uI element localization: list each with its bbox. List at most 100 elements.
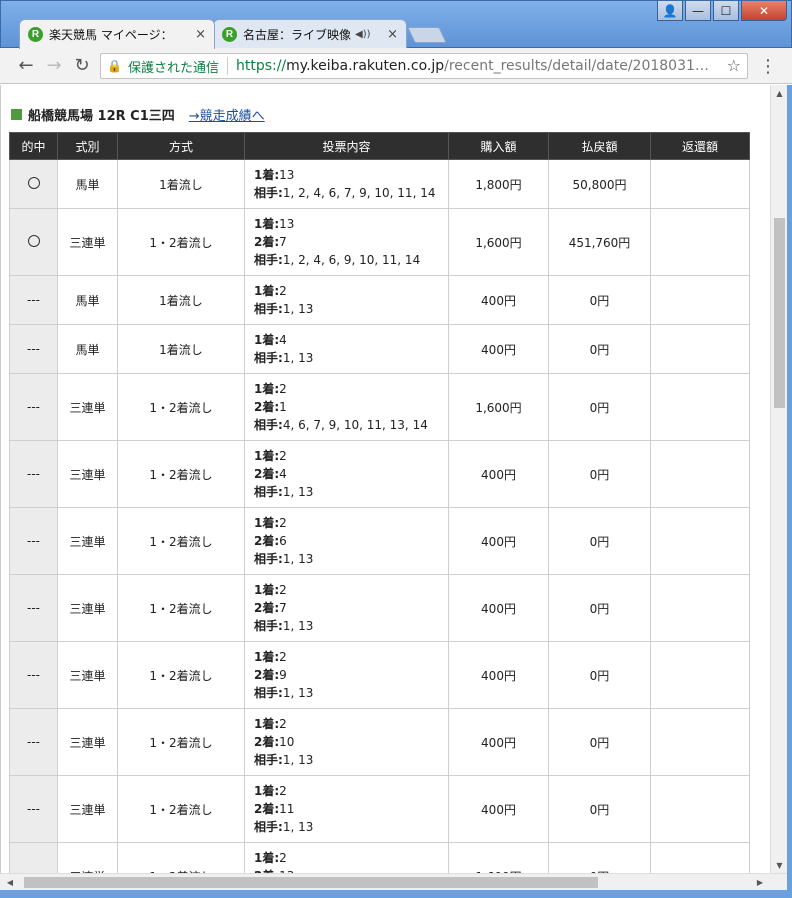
- header-purchase-amount: 購入額: [448, 132, 549, 160]
- lock-icon[interactable]: 🔒: [107, 59, 122, 73]
- payout-cell: 0円: [548, 275, 651, 325]
- purchase-amount-cell: 1,600円: [448, 208, 549, 276]
- payout-cell: 0円: [548, 507, 651, 575]
- refund-cell: [650, 842, 750, 873]
- new-tab-button[interactable]: [407, 27, 447, 43]
- bet-type-cell: 三連単: [57, 641, 118, 709]
- bet-line: 相手:1, 13: [254, 483, 448, 501]
- horizontal-scroll-thumb[interactable]: [24, 877, 598, 888]
- bet-line-label: 1着:: [254, 449, 280, 463]
- bet-line-label: 1着:: [254, 516, 280, 530]
- purchase-amount-cell: 1,600円: [448, 842, 549, 873]
- user-profile-icon[interactable]: 👤: [657, 1, 683, 21]
- rakuten-favicon-icon: R: [222, 27, 237, 42]
- hit-cell: ---: [9, 440, 58, 508]
- minimize-button[interactable]: —: [685, 1, 711, 21]
- address-bar[interactable]: 🔒 保護された通信 https:// my.keiba.rakuten.co.j…: [100, 53, 748, 79]
- hit-cell: ---: [9, 373, 58, 441]
- bet-line: 1着:13: [254, 166, 448, 184]
- bet-type-cell: 馬単: [57, 275, 118, 325]
- method-cell: 1・2着流し: [117, 373, 245, 441]
- bet-line-label: 相手:: [254, 351, 283, 365]
- bet-line: 相手:1, 2, 4, 6, 9, 10, 11, 14: [254, 251, 448, 269]
- bet-line: 1着:2: [254, 715, 448, 733]
- window-frame-bottom: [0, 890, 792, 898]
- bet-line: 1着:2: [254, 782, 448, 800]
- table-row: --- 三連単 1・2着流し 1着:2 2着:7 相手:1, 13 400円 0円: [9, 574, 750, 642]
- bet-line-value: 11: [279, 802, 295, 816]
- bet-line-label: 1着:: [254, 583, 280, 597]
- bet-line-label: 相手:: [254, 619, 283, 633]
- security-label[interactable]: 保護された通信: [128, 57, 219, 76]
- tab-nagoya-live[interactable]: R 名古屋：ライブ映像 ◀)) ×: [213, 19, 407, 49]
- table-row: 馬単 1着流し 1着:13 相手:1, 2, 4, 6, 7, 9, 10, 11, …: [9, 159, 750, 209]
- scroll-up-arrow-icon[interactable]: ▲: [771, 85, 788, 101]
- table-header-row: 的中 式別 方式 投票内容 購入額 払戻額 返還額: [9, 132, 750, 160]
- horizontal-scrollbar[interactable]: ◀ ▶: [0, 873, 787, 890]
- header-method: 方式: [117, 132, 245, 160]
- rakuten-favicon-icon: R: [28, 27, 43, 42]
- purchase-amount-cell: 400円: [448, 775, 549, 843]
- hit-cell: ---: [9, 275, 58, 325]
- bet-line-label: 相手:: [254, 253, 283, 267]
- purchase-amount-cell: 400円: [448, 440, 549, 508]
- tab-close-icon[interactable]: ×: [195, 27, 206, 42]
- bet-type-cell: 馬単: [57, 159, 118, 209]
- method-cell: 1・2着流し: [117, 708, 245, 776]
- bet-line-value: 2: [279, 449, 287, 463]
- close-window-button[interactable]: ✕: [741, 1, 787, 21]
- bet-content-cell: 1着:2 相手:1, 13: [244, 275, 449, 325]
- url-scheme: https://: [235, 58, 287, 74]
- scroll-down-arrow-icon[interactable]: ▼: [771, 857, 788, 873]
- bet-line-label: 2着:: [254, 467, 280, 481]
- purchase-amount-cell: 400円: [448, 574, 549, 642]
- audio-playing-icon[interactable]: ◀)): [355, 29, 371, 40]
- browser-toolbar: ← → ↻ 🔒 保護された通信 https:// my.keiba.rakute…: [0, 48, 792, 84]
- method-cell: 1着流し: [117, 159, 245, 209]
- table-row: 三連単 1・2着流し 1着:13 2着:7 相手:1, 2, 4, 6, 9, 10, …: [9, 208, 750, 276]
- payout-cell: 451,760円: [548, 208, 651, 276]
- bet-content-cell: 1着:2 2着:10 相手:1, 13: [244, 708, 449, 776]
- bet-line: 相手:1, 2, 4, 6, 7, 9, 10, 11, 14: [254, 184, 448, 202]
- vertical-scrollbar[interactable]: ▲ ▼: [770, 85, 787, 873]
- bet-line-label: 1着:: [254, 217, 280, 231]
- method-cell: 1・2着流し: [117, 507, 245, 575]
- tab-close-icon[interactable]: ×: [387, 27, 398, 42]
- bet-line-value: 1: [279, 400, 287, 414]
- table-row: --- 三連単 1・2着流し 1着:2 2着:9 相手:1, 13 400円 0円: [9, 641, 750, 709]
- payout-cell: 0円: [548, 708, 651, 776]
- maximize-button[interactable]: ☐: [713, 1, 739, 21]
- browser-menu-icon[interactable]: ⋮: [758, 54, 778, 78]
- bet-line-value: 1, 13: [282, 619, 314, 633]
- vertical-scroll-thumb[interactable]: [774, 218, 785, 408]
- bet-line: 相手:1, 13: [254, 684, 448, 702]
- race-results-link[interactable]: →競走成績へ: [189, 105, 265, 124]
- scroll-left-arrow-icon[interactable]: ◀: [2, 874, 18, 891]
- bookmark-star-icon[interactable]: ☆: [727, 56, 741, 75]
- bet-content-cell: 1着:2 2着:7 相手:1, 13: [244, 574, 449, 642]
- bet-line-value: 2: [279, 284, 287, 298]
- window-frame-right: [787, 85, 792, 898]
- bet-line-value: 7: [279, 601, 287, 615]
- bet-line-value: 13: [279, 168, 295, 182]
- bet-line-value: 4: [279, 333, 287, 347]
- payout-cell: 50,800円: [548, 159, 651, 209]
- bet-line-label: 相手:: [254, 686, 283, 700]
- url-host: my.keiba.rakuten.co.jp: [286, 58, 445, 74]
- bet-line-value: 10: [279, 735, 295, 749]
- bet-line-value: 2: [279, 717, 287, 731]
- hit-cell: [9, 208, 58, 276]
- refund-cell: [650, 440, 750, 508]
- forward-button[interactable]: →: [40, 52, 68, 80]
- bet-line-label: 相手:: [254, 753, 283, 767]
- tab-rakuten-mypage[interactable]: R 楽天競馬 マイページ： ×: [19, 19, 215, 49]
- bet-line: 相手:1, 13: [254, 550, 448, 568]
- bet-content-cell: 1着:2 2着:6 相手:1, 13: [244, 507, 449, 575]
- method-cell: 1・2着流し: [117, 440, 245, 508]
- header-hit: 的中: [9, 132, 58, 160]
- back-button[interactable]: ←: [12, 52, 40, 80]
- scroll-right-arrow-icon[interactable]: ▶: [752, 874, 768, 891]
- method-cell: 1着流し: [117, 275, 245, 325]
- bet-content-cell: 1着:2 2着:4 相手:1, 13: [244, 440, 449, 508]
- reload-button[interactable]: ↻: [68, 52, 96, 80]
